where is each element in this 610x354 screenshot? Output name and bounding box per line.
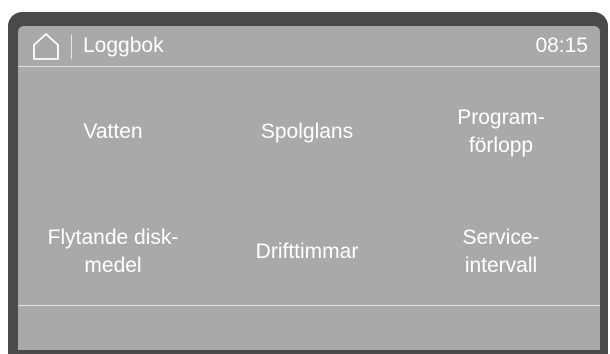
clock: 08:15 xyxy=(535,34,588,57)
display-screen: Loggbok 08:15 Vatten Spolglans Program- … xyxy=(18,26,600,350)
menu-item-vatten[interactable]: Vatten xyxy=(18,84,208,180)
header-divider xyxy=(71,35,72,59)
header-separator-line xyxy=(18,66,600,67)
menu-item-serviceintervall[interactable]: Service- intervall xyxy=(406,204,596,300)
menu-item-drifttimmar[interactable]: Drifttimmar xyxy=(212,204,402,300)
menu-item-spolglans[interactable]: Spolglans xyxy=(212,84,402,180)
header-bar: Loggbok 08:15 xyxy=(18,26,600,66)
page-title: Loggbok xyxy=(83,34,164,57)
footer-separator-line xyxy=(18,305,600,306)
device: Loggbok 08:15 Vatten Spolglans Program- … xyxy=(0,0,610,354)
home-icon xyxy=(33,33,59,60)
menu-item-flytande-diskmedel[interactable]: Flytande disk- medel xyxy=(18,204,208,300)
home-button[interactable] xyxy=(31,32,61,60)
menu-item-programforlopp[interactable]: Program- förlopp xyxy=(406,84,596,180)
